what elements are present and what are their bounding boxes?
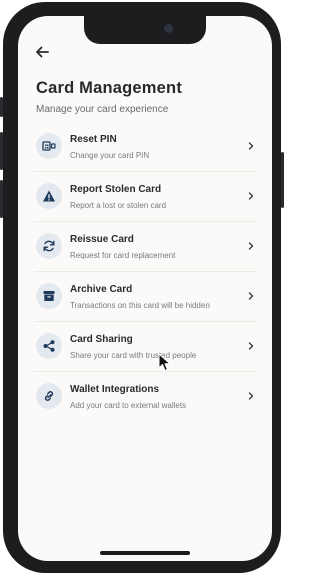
home-indicator[interactable] [100,551,190,555]
mouse-pointer-icon [158,353,171,371]
item-title: Wallet Integrations [70,384,160,395]
archive-icon [36,283,62,309]
list-item-wallet-integrations[interactable]: Wallet Integrations Add your card to ext… [34,372,256,421]
list-item-report-stolen-card[interactable]: Report Stolen Card Report a lost or stol… [34,172,256,222]
item-subtitle: Share your card with trusted people [70,351,197,360]
item-title: Card Sharing [70,334,133,345]
item-subtitle: Request for card replacement [70,251,176,260]
chevron-right-icon [248,242,254,250]
list-item-reset-pin[interactable]: Reset PIN Change your card PIN [34,122,256,172]
item-subtitle: Report a lost or stolen card [70,201,167,210]
page-subtitle: Manage your card experience [36,104,169,115]
back-button[interactable] [34,44,54,60]
chevron-right-icon [248,342,254,350]
notch [84,16,206,44]
warning-icon [36,183,62,209]
item-title: Reset PIN [70,134,117,145]
chevron-right-icon [248,192,254,200]
chevron-right-icon [248,292,254,300]
mute-switch [0,97,3,117]
chevron-right-icon [248,142,254,150]
pin-keypad-icon [36,133,62,159]
list-item-reissue-card[interactable]: Reissue Card Request for card replacemen… [34,222,256,272]
volume-down-button [0,180,3,218]
card-options-list: Reset PIN Change your card PIN Report St… [34,122,256,421]
list-item-archive-card[interactable]: Archive Card Transactions on this card w… [34,272,256,322]
item-title: Report Stolen Card [70,184,162,195]
chevron-right-icon [248,392,254,400]
share-icon [36,333,62,359]
item-subtitle: Add your card to external wallets [70,401,187,410]
item-title: Archive Card [70,284,133,295]
app-screen: Card Management Manage your card experie… [18,16,272,561]
link-icon [36,383,62,409]
refresh-icon [36,233,62,259]
phone-frame: Card Management Manage your card experie… [0,2,284,573]
camera [164,24,173,33]
item-subtitle: Change your card PIN [70,151,150,160]
volume-up-button [0,132,3,170]
page-title: Card Management [36,79,183,97]
power-button [281,152,284,208]
list-item-card-sharing[interactable]: Card Sharing Share your card with truste… [34,322,256,372]
item-subtitle: Transactions on this card will be hidden [70,301,210,310]
arrow-left-icon [36,46,49,58]
item-title: Reissue Card [70,234,134,245]
